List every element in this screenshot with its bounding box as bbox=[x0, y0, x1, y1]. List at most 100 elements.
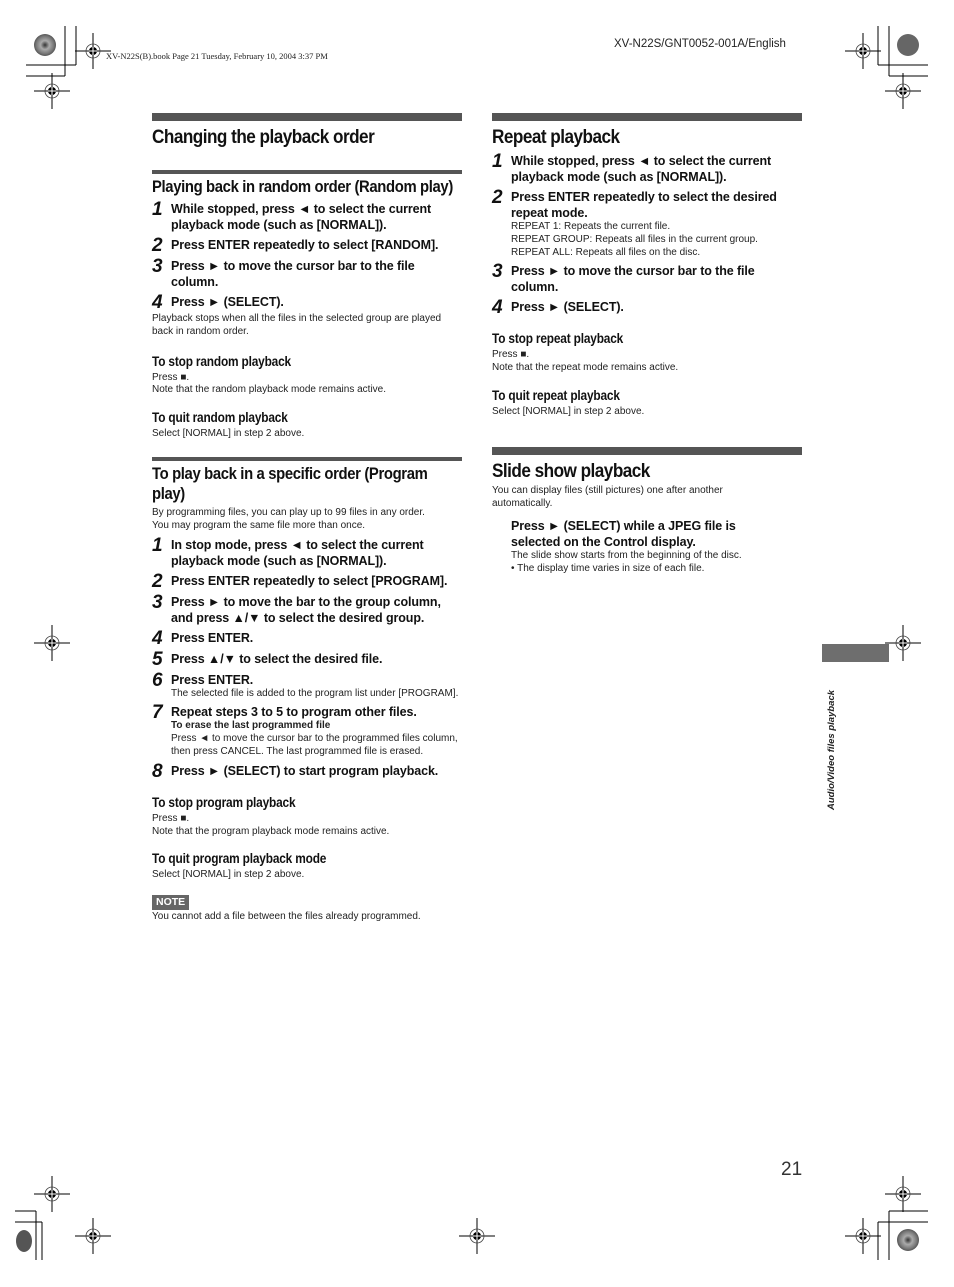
quit-repeat-text: Select [NORMAL] in step 2 above. bbox=[492, 405, 645, 417]
step-text: Press ▲/▼ to select the desired file. bbox=[171, 651, 383, 666]
color-target-icon bbox=[34, 34, 56, 56]
stop-random-line2: Note that the random playback mode remai… bbox=[152, 384, 387, 396]
step-note-title: To erase the last programmed file bbox=[171, 720, 331, 732]
chapter-tab bbox=[822, 644, 889, 662]
subsection-rule bbox=[152, 456, 462, 461]
step-item: 1 While stopped, press ◄ to select the c… bbox=[152, 199, 462, 233]
stop-program-line1: Press ■. bbox=[152, 812, 190, 824]
step-item: 3 Press ► to move the cursor bar to the … bbox=[492, 262, 802, 295]
registration-mark-icon bbox=[884, 72, 922, 110]
step-item: 2 Press ENTER repeatedly to select the d… bbox=[492, 187, 802, 259]
step-text: Press ENTER repeatedly to select [PROGRA… bbox=[171, 573, 448, 588]
step-item: 1 In stop mode, press ◄ to select the cu… bbox=[152, 534, 462, 569]
random-steps: 1 While stopped, press ◄ to select the c… bbox=[152, 199, 462, 313]
step-text: Press ► (SELECT) to start program playba… bbox=[171, 763, 439, 778]
step-number: 1 bbox=[492, 151, 503, 172]
random-after-note: Playback stops when all the files in the… bbox=[152, 313, 442, 337]
step-note: The selected file is added to the progra… bbox=[171, 687, 459, 699]
note-badge: NOTE bbox=[152, 895, 190, 911]
quit-random-title: To quit random playback bbox=[152, 410, 288, 426]
step-item: 4 Press ENTER. bbox=[152, 629, 462, 648]
step-note: REPEAT ALL: Repeats all files on the dis… bbox=[511, 246, 701, 258]
section-title-changing-order: Changing the playback order bbox=[152, 126, 375, 148]
step-item: 6 Press ENTER. The selected file is adde… bbox=[152, 669, 462, 701]
step-item: 1 While stopped, press ◄ to select the c… bbox=[492, 151, 802, 185]
subsection-title-program: To play back in a specific order (Progra… bbox=[152, 464, 428, 503]
step-number: 4 bbox=[492, 297, 503, 319]
step-item: 5 Press ▲/▼ to select the desired file. bbox=[152, 648, 462, 670]
quit-random-text: Select [NORMAL] in step 2 above. bbox=[152, 428, 305, 440]
step-number: 2 bbox=[492, 187, 503, 208]
page-number: 21 bbox=[781, 1159, 803, 1180]
slideshow-instruction-block: Press ► (SELECT) while a JPEG file is se… bbox=[492, 518, 802, 576]
quit-program-text: Select [NORMAL] in step 2 above. bbox=[152, 869, 305, 881]
color-target-icon bbox=[16, 1230, 32, 1252]
registration-mark-icon bbox=[74, 1217, 112, 1255]
program-intro-line2: You may program the same file more than … bbox=[152, 519, 366, 531]
slideshow-note-line1: The slide show starts from the beginning… bbox=[511, 550, 742, 562]
slideshow-instruction: Press ► (SELECT) while a JPEG file is se… bbox=[511, 519, 736, 550]
subsection-rule bbox=[152, 170, 462, 174]
step-number: 2 bbox=[152, 235, 163, 256]
stop-program-line2: Note that the program playback mode rema… bbox=[152, 825, 390, 837]
registration-mark-icon bbox=[844, 1217, 882, 1255]
slideshow-intro: You can display files (still pictures) o… bbox=[492, 484, 723, 509]
step-item: 8 Press ► (SELECT) to start program play… bbox=[152, 762, 462, 781]
repeat-steps: 1 While stopped, press ◄ to select the c… bbox=[492, 151, 802, 319]
printer-marks bbox=[15, 26, 928, 1260]
stop-repeat-line2: Note that the repeat mode remains active… bbox=[492, 362, 679, 374]
step-item: 7 Repeat steps 3 to 5 to program other f… bbox=[152, 703, 462, 758]
color-target-icon bbox=[897, 1229, 919, 1251]
registration-mark-icon bbox=[458, 1217, 496, 1255]
step-text: Press ► to move the cursor bar to the fi… bbox=[171, 259, 415, 289]
step-number: 6 bbox=[152, 669, 163, 691]
chapter-tab-label: Audio/Video files playback bbox=[826, 689, 837, 810]
stop-random-line1: Press ■. bbox=[152, 371, 190, 383]
slideshow-note-line2: • The display time varies in size of eac… bbox=[511, 563, 705, 575]
step-text: In stop mode, press ◄ to select the curr… bbox=[171, 537, 424, 568]
step-text: While stopped, press ◄ to select the cur… bbox=[511, 154, 772, 184]
step-text: Press ENTER. bbox=[171, 672, 254, 687]
note-text: You cannot add a file between the files … bbox=[152, 911, 421, 923]
step-number: 3 bbox=[152, 591, 163, 613]
step-number: 1 bbox=[152, 534, 163, 556]
right-column: Repeat playback 1 While stopped, press ◄… bbox=[492, 113, 802, 576]
step-number: 1 bbox=[152, 199, 163, 220]
registration-mark-icon bbox=[884, 1175, 922, 1213]
step-number: 5 bbox=[152, 648, 163, 670]
registration-mark-icon bbox=[884, 624, 922, 662]
left-column: Changing the playback order Playing back… bbox=[152, 113, 462, 924]
stop-repeat-title: To stop repeat playback bbox=[492, 331, 624, 347]
step-item: 4 Press ► (SELECT). bbox=[152, 292, 462, 313]
stop-repeat-line1: Press ■. bbox=[492, 349, 530, 361]
step-number: 2 bbox=[152, 570, 163, 592]
step-item: 2 Press ENTER repeatedly to select [PROG… bbox=[152, 570, 462, 592]
step-text: Press ENTER. bbox=[171, 630, 254, 645]
step-note: REPEAT GROUP: Repeats all files in the c… bbox=[511, 233, 758, 245]
quit-repeat-title: To quit repeat playback bbox=[492, 387, 620, 403]
book-info-header: XV-N22S(B).book Page 21 Tuesday, Februar… bbox=[106, 51, 328, 61]
registration-mark-icon bbox=[33, 624, 71, 662]
subsection-title-random: Playing back in random order (Random pla… bbox=[152, 178, 453, 196]
step-item: 3 Press ► to move the cursor bar to the … bbox=[152, 256, 462, 290]
quit-program-title: To quit program playback mode bbox=[152, 851, 327, 867]
step-text: While stopped, press ◄ to select the cur… bbox=[171, 202, 432, 232]
section-rule bbox=[492, 446, 802, 455]
step-text: Press ► (SELECT). bbox=[171, 295, 284, 309]
step-text: Press ENTER repeatedly to select [RANDOM… bbox=[171, 238, 439, 252]
section-rule bbox=[492, 113, 802, 121]
step-note: Press ◄ to move the cursor bar to the pr… bbox=[171, 733, 458, 757]
color-target-icon bbox=[897, 34, 919, 56]
step-text: Press ► to move the cursor bar to the fi… bbox=[511, 264, 755, 295]
registration-mark-icon bbox=[33, 1175, 71, 1213]
step-number: 3 bbox=[152, 256, 163, 277]
step-item: 2 Press ENTER repeatedly to select [RAND… bbox=[152, 235, 462, 256]
section-title-repeat: Repeat playback bbox=[492, 126, 620, 148]
section-rule bbox=[152, 113, 462, 121]
document-code: XV-N22S/GNT0052-001A/English bbox=[614, 38, 786, 50]
step-text: Press ENTER repeatedly to select the des… bbox=[511, 190, 777, 220]
step-text: Press ► (SELECT). bbox=[511, 300, 624, 315]
step-number: 4 bbox=[152, 292, 163, 313]
step-note: REPEAT 1: Repeats the current file. bbox=[511, 221, 671, 232]
stop-random-title: To stop random playback bbox=[152, 353, 291, 369]
